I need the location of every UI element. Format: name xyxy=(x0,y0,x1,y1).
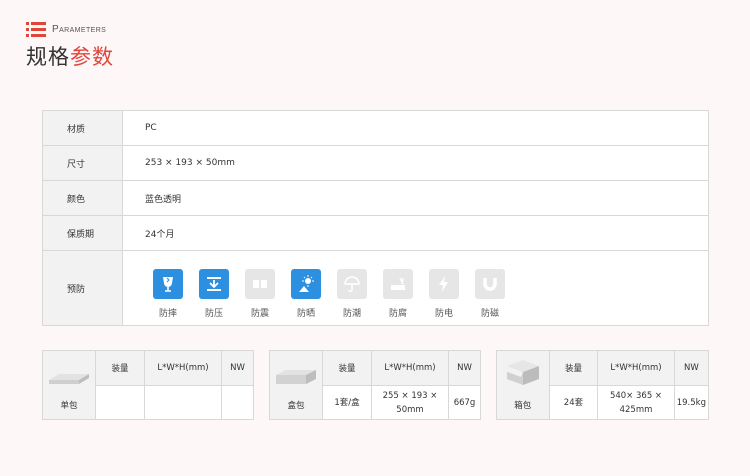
col-nw-header: NW xyxy=(449,351,480,386)
protect-item-magnetic: 防磁 xyxy=(467,269,513,319)
col-dims-header: L*W*H(mm) xyxy=(372,351,448,386)
protection-icons: 防摔 防压 防震 防晒 防潮 防腐 防电 防磁 xyxy=(123,251,513,325)
package-carton: 箱包 装量 24套 L*W*H(mm) 540× 365 × 425mm NW 19.… xyxy=(496,350,709,420)
qty-value xyxy=(96,386,144,419)
nw-value xyxy=(222,386,253,419)
package-box: 盒包 装量 1套/盒 L*W*H(mm) 255 × 193 × 50mm NW 66… xyxy=(269,350,481,420)
protect-item-shock: 防震 xyxy=(237,269,283,319)
protect-label: 防晒 xyxy=(296,309,315,319)
package-thumb: 单包 xyxy=(43,351,96,419)
package-name: 箱包 xyxy=(514,401,532,411)
package-name: 盒包 xyxy=(287,401,305,411)
spec-row-color: 颜色 蓝色透明 xyxy=(43,181,708,216)
protect-item-sun: 防晒 xyxy=(283,269,329,319)
protect-label: 防摔 xyxy=(158,309,177,319)
spec-key: 尺寸 xyxy=(43,146,123,180)
spec-value: PC xyxy=(145,123,157,133)
col-qty-header: 装量 xyxy=(323,351,371,386)
spec-key: 材质 xyxy=(43,111,123,145)
package-thumb: 盒包 xyxy=(270,351,323,419)
protect-item-moisture: 防潮 xyxy=(329,269,375,319)
protect-label: 防腐 xyxy=(388,309,407,319)
flat-package-icon xyxy=(47,372,91,389)
section-header: Parameters 规格参数 xyxy=(26,22,114,71)
package-thumb: 箱包 xyxy=(497,351,550,419)
nw-value: 19.5kg xyxy=(676,397,706,408)
carton-box-icon xyxy=(503,358,543,389)
header-english: Parameters xyxy=(52,24,107,35)
list-icon xyxy=(26,22,46,37)
spec-key: 颜色 xyxy=(43,181,123,215)
lightning-icon xyxy=(429,269,459,299)
fragile-glass-icon xyxy=(153,269,183,299)
page-title: 规格参数 xyxy=(26,45,114,69)
protect-item-pressure: 防压 xyxy=(191,269,237,319)
spec-table: 材质 PC 尺寸 253 × 193 × 50mm 颜色 蓝色透明 保质期 24… xyxy=(42,110,709,326)
col-dims-header: L*W*H(mm) xyxy=(145,351,221,386)
spec-row-protection: 预防 防摔 防压 防震 防晒 防潮 防腐 防电 防磁 xyxy=(43,251,708,325)
protect-label: 防震 xyxy=(250,309,269,319)
protect-label: 防电 xyxy=(434,309,453,319)
col-qty-header: 装量 xyxy=(96,351,144,386)
spec-value: 24个月 xyxy=(145,229,175,240)
protect-item-electric: 防电 xyxy=(421,269,467,319)
protect-label: 防磁 xyxy=(480,309,499,319)
corrosion-icon xyxy=(383,269,413,299)
protect-item-corrosion: 防腐 xyxy=(375,269,421,319)
dims-value: 255 × 193 × 50mm xyxy=(382,390,438,415)
protect-label: 防压 xyxy=(204,309,223,319)
qty-value: 1套/盒 xyxy=(334,397,360,408)
nw-value: 667g xyxy=(453,397,476,408)
protect-label: 防潮 xyxy=(342,309,361,319)
dims-value xyxy=(145,386,221,419)
package-name: 单包 xyxy=(60,401,78,411)
magnet-icon xyxy=(475,269,505,299)
sun-icon xyxy=(291,269,321,299)
pressure-icon xyxy=(199,269,229,299)
box-package-icon xyxy=(274,368,318,389)
spec-value: 蓝色透明 xyxy=(145,194,182,205)
col-nw-header: NW xyxy=(674,351,708,386)
package-single: 单包 装量 L*W*H(mm) NW xyxy=(42,350,254,420)
shock-icon xyxy=(245,269,275,299)
spec-key: 保质期 xyxy=(43,216,123,250)
dims-value: 540× 365 × 425mm xyxy=(609,390,663,415)
protect-item-fall: 防摔 xyxy=(145,269,191,319)
umbrella-icon xyxy=(337,269,367,299)
col-qty-header: 装量 xyxy=(549,351,598,386)
spec-row-shelf-life: 保质期 24个月 xyxy=(43,216,708,251)
qty-value: 24套 xyxy=(563,397,584,408)
spec-row-material: 材质 PC xyxy=(43,111,708,146)
col-dims-header: L*W*H(mm) xyxy=(598,351,674,386)
col-nw-header: NW xyxy=(222,351,253,386)
spec-row-size: 尺寸 253 × 193 × 50mm xyxy=(43,146,708,181)
spec-value: 253 × 193 × 50mm xyxy=(145,158,235,168)
spec-key: 预防 xyxy=(43,251,123,325)
